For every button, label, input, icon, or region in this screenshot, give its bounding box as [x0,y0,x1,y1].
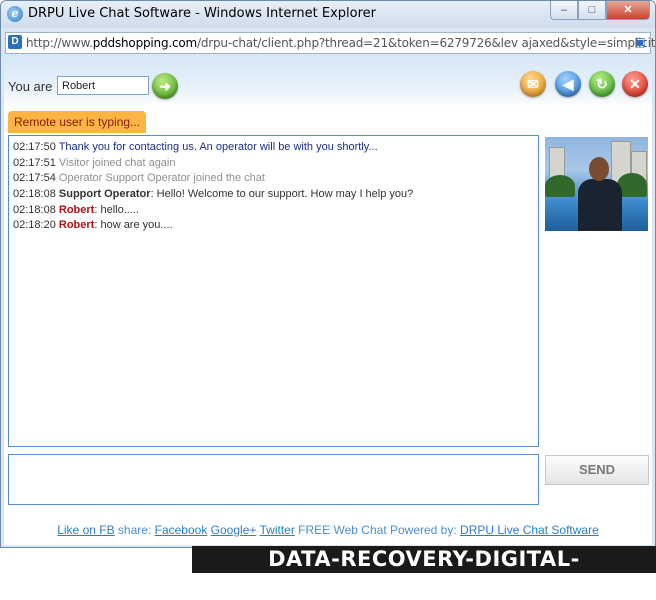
chat-message: 02:18:08 Support Operator: Hello! Welcom… [13,188,413,200]
message-time: 02:17:50 [13,141,56,153]
message-time: 02:18:08 [13,204,56,216]
message-sender: Robert [58,204,95,216]
message-text: Visitor joined chat again [58,157,176,169]
message-text: : how are you.... [94,219,173,231]
message-text: Thank you for contacting us. An operator… [58,141,378,153]
address-bar[interactable]: D http://www.pddshopping.com/drpu-chat/c… [5,32,655,54]
footer: Like on FB share: Facebook Google+ Twitt… [4,523,652,537]
message-time: 02:18:08 [13,188,56,200]
you-are-label: You are [8,79,53,94]
url-path: /drpu-chat/client.php?thread=21&token=62… [197,36,656,50]
chat-log[interactable]: 02:17:50 Thank you for contacting us. An… [8,135,539,447]
arrow-right-icon[interactable]: ➜ [152,73,178,99]
twitter-link[interactable]: Twitter [260,523,295,537]
share-label: share: [114,523,155,537]
close-chat-icon[interactable]: ✕ [622,71,648,97]
operator-avatar [545,137,648,231]
message-text: : hello..... [94,204,139,216]
speaker-icon[interactable]: ◀ [555,71,581,97]
watermark-banner: DATA-RECOVERY-DIGITAL-CAMERA.COM [192,546,656,598]
refresh-icon[interactable]: ↻ [589,71,615,97]
message-text: : Hello! Welcome to our support. How may… [150,188,414,200]
avatar-tree [545,175,575,197]
maximize-button[interactable]: □ [578,1,606,20]
mail-icon[interactable]: ✉ [520,71,546,97]
page-icon: ▣ [634,35,646,49]
chat-message: 02:18:20 Robert: how are you.... [13,219,173,231]
send-button[interactable]: SEND [545,455,649,485]
avatar-person-head [589,157,609,181]
facebook-link[interactable]: Facebook [155,523,208,537]
chat-header: You are ➜ ✉ ◀ ↻ ✕ [4,57,652,107]
url-prefix: http://www. [26,36,93,50]
message-sender: Robert [58,219,95,231]
window-controls: – □ ✕ [550,1,650,20]
visitor-name-input[interactable] [57,76,149,95]
powered-by-label: FREE Web Chat Powered by: [294,523,461,537]
close-window-button[interactable]: ✕ [606,1,650,20]
url-host: pddshopping.com [92,36,198,50]
chat-message: 02:17:50 Thank you for contacting us. An… [13,141,378,153]
avatar-person-body [578,179,622,231]
chat-page: You are ➜ ✉ ◀ ↻ ✕ Remote user is typing.… [4,57,652,545]
url-text[interactable]: http://www.pddshopping.com/drpu-chat/cli… [26,36,656,50]
message-input[interactable] [8,454,539,505]
chat-message: 02:17:54 Operator Support Operator joine… [13,172,265,184]
ie-logo-icon: e [7,6,23,22]
message-text: Operator Support Operator joined the cha… [58,172,265,184]
title-bar: e DRPU Live Chat Software - Windows Inte… [1,1,655,28]
like-on-fb-link[interactable]: Like on FB [57,523,114,537]
typing-indicator: Remote user is typing... [8,111,147,133]
chat-message: 02:18:08 Robert: hello..... [13,204,139,216]
message-time: 02:17:51 [13,157,56,169]
site-favicon-icon: D [8,35,22,49]
window-title: DRPU Live Chat Software - Windows Intern… [28,6,377,21]
message-sender: Support Operator [58,188,151,200]
product-link[interactable]: DRPU Live Chat Software [460,523,599,537]
message-time: 02:17:54 [13,172,56,184]
minimize-button[interactable]: – [550,1,578,20]
google-plus-link[interactable]: Google+ [211,523,257,537]
chat-message: 02:17:51 Visitor joined chat again [13,157,176,169]
browser-window: e DRPU Live Chat Software - Windows Inte… [0,0,656,548]
message-time: 02:18:20 [13,219,56,231]
